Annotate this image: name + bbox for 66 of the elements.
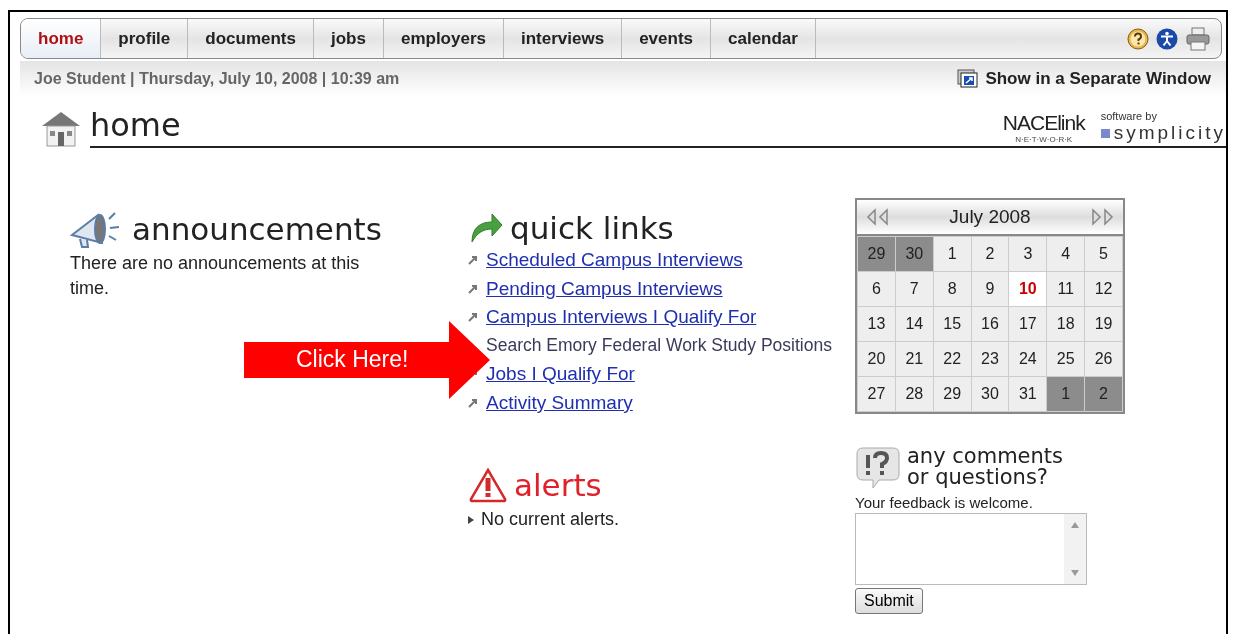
calendar-day[interactable]: 4	[1047, 237, 1085, 271]
nav-tab[interactable]: interviews	[504, 19, 623, 58]
calendar-day[interactable]: 30	[895, 237, 933, 271]
alert-text: No current alerts.	[481, 509, 620, 530]
calendar-day[interactable]: 6	[858, 272, 895, 306]
page-title: home	[90, 106, 181, 144]
feedback-title: any comments or questions?	[907, 446, 1064, 488]
submit-button[interactable]: Submit	[855, 588, 923, 614]
user-date-text: Joe Student | Thursday, July 10, 2008 | 10:39 am	[34, 69, 400, 88]
separate-window-link[interactable]: Show in a Separate Window	[957, 68, 1211, 89]
logo-subtext: N·E·T·W·O·R·K	[1015, 135, 1073, 144]
logo-text: NACElink	[1002, 111, 1085, 135]
calendar-day[interactable]: 15	[933, 307, 971, 341]
calendar-day[interactable]: 11	[1047, 272, 1085, 306]
software-by-text: software by	[1100, 110, 1158, 122]
callout-label: Click Here!	[296, 346, 409, 373]
quick-link[interactable]: Activity Summary	[486, 391, 633, 414]
nav-tab[interactable]: home	[21, 19, 102, 58]
nav-tab[interactable]: jobs	[314, 19, 384, 58]
calendar-day[interactable]: 18	[1047, 307, 1085, 341]
calendar-day[interactable]: 24	[1009, 342, 1047, 376]
calendar-day[interactable]: 7	[895, 272, 933, 306]
calendar-day[interactable]: 5	[1085, 237, 1122, 271]
calendar-day[interactable]: 22	[933, 342, 971, 376]
calendar-day[interactable]: 28	[895, 377, 933, 411]
quick-link[interactable]: Scheduled Campus Interviews	[486, 249, 743, 272]
quick-link-text: Search Emory Federal Work Study Positions	[486, 335, 832, 357]
section-title: quick links	[510, 210, 674, 246]
calendar-day[interactable]: 21	[895, 342, 933, 376]
calendar-day[interactable]: 23	[971, 342, 1009, 376]
calendar-day[interactable]: 10	[1009, 272, 1047, 306]
calendar-day[interactable]: 8	[933, 272, 971, 306]
month-title: July 2008	[949, 206, 1031, 228]
quick-link[interactable]: Jobs I Qualify For	[486, 363, 635, 386]
vendor-logo-text: symplicity	[1113, 122, 1226, 144]
feedback-prompt: Your feedback is welcome.	[855, 494, 1034, 511]
calendar-day[interactable]: 25	[1047, 342, 1085, 376]
nav-tab[interactable]: events	[622, 19, 711, 58]
calendar-day[interactable]: 19	[1085, 307, 1122, 341]
calendar-day[interactable]: 31	[1009, 377, 1047, 411]
calendar-day[interactable]: 16	[971, 307, 1009, 341]
calendar-day[interactable]: 14	[895, 307, 933, 341]
calendar-day[interactable]: 2	[971, 237, 1009, 271]
calendar-day[interactable]: 30	[971, 377, 1009, 411]
calendar-day[interactable]: 13	[858, 307, 895, 341]
calendar-day[interactable]: 12	[1085, 272, 1122, 306]
nav-tab[interactable]: documents	[188, 19, 314, 58]
calendar-day[interactable]: 9	[971, 272, 1009, 306]
quick-link[interactable]: Campus Interviews I Qualify For	[486, 306, 757, 329]
section-title: alerts	[514, 467, 602, 503]
calendar-day[interactable]: 1	[1047, 377, 1085, 411]
calendar-day[interactable]: 1	[933, 237, 971, 271]
calendar-day[interactable]: 26	[1085, 342, 1122, 376]
nav-tab[interactable]: employers	[383, 19, 504, 58]
calendar-day[interactable]: 17	[1009, 307, 1047, 341]
calendar-day[interactable]: 29	[858, 237, 895, 271]
calendar-day[interactable]: 3	[1009, 237, 1047, 271]
section-title: announcements	[132, 211, 382, 247]
calendar-day[interactable]: 29	[933, 377, 971, 411]
nav-tab[interactable]: profile	[101, 19, 189, 58]
calendar-day[interactable]: 27	[858, 377, 895, 411]
calendar-day[interactable]: 20	[858, 342, 895, 376]
announcement-text: There are no announcements at this time.	[70, 252, 360, 301]
nav-tab[interactable]: calendar	[711, 19, 816, 58]
calendar-day[interactable]: 2	[1085, 377, 1122, 411]
quick-link[interactable]: Pending Campus Interviews	[486, 277, 723, 300]
